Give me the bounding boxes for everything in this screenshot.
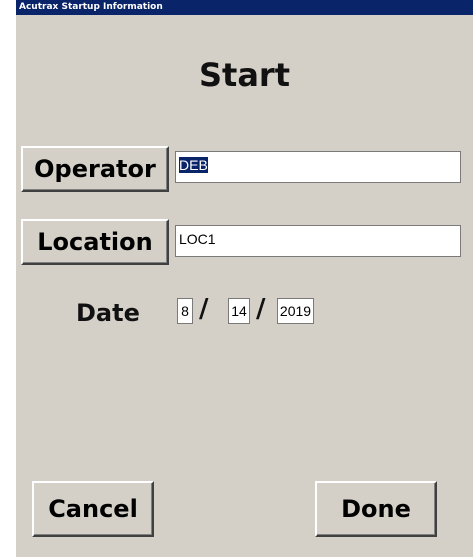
- done-button[interactable]: Done: [315, 481, 437, 537]
- date-label: Date: [76, 299, 140, 327]
- date-day-field[interactable]: 14: [228, 298, 250, 324]
- operator-value: DEB: [179, 157, 208, 173]
- cancel-button[interactable]: Cancel: [32, 481, 154, 537]
- operator-field[interactable]: DEB: [175, 151, 461, 183]
- page-title: Start: [198, 56, 290, 94]
- done-button-label: Done: [341, 495, 411, 523]
- window-title: Acutrax Startup Information: [16, 0, 473, 15]
- date-separator: /: [199, 294, 209, 324]
- operator-button[interactable]: Operator: [21, 146, 169, 192]
- operator-button-label: Operator: [34, 155, 156, 183]
- startup-dialog: Acutrax Startup Information Start Operat…: [16, 0, 473, 557]
- date-month-field[interactable]: 8: [177, 298, 193, 324]
- date-separator: /: [256, 294, 266, 324]
- location-value: LOC1: [179, 231, 216, 247]
- location-button[interactable]: Location: [21, 219, 169, 265]
- location-field[interactable]: LOC1: [175, 225, 461, 257]
- cancel-button-label: Cancel: [48, 495, 138, 523]
- location-button-label: Location: [37, 228, 153, 256]
- date-year-field[interactable]: 2019: [277, 298, 314, 324]
